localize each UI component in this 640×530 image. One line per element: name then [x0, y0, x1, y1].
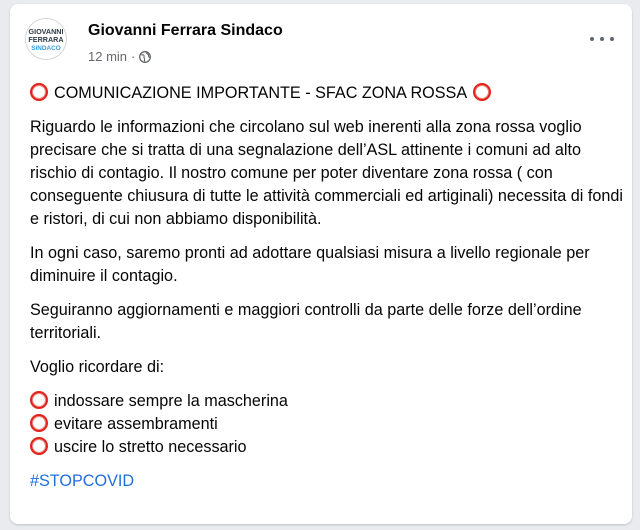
post-paragraph: Seguiranno aggiornamenti e maggiori cont… — [30, 301, 582, 342]
more-options-button[interactable] — [590, 32, 614, 46]
list-item-text: evitare assembramenti — [54, 415, 218, 433]
headline-text: COMUNICAZIONE IMPORTANTE - SFAC ZONA ROS… — [54, 84, 468, 102]
list-item-text: indossare sempre la mascherina — [54, 392, 288, 410]
hashtag-line: #STOPCOVID — [30, 470, 626, 493]
hashtag-link[interactable]: #STOPCOVID — [30, 472, 134, 490]
avatar-line2: FERRARA — [28, 35, 63, 44]
post-paragraph: Voglio ricordare di: — [30, 358, 165, 376]
list-item: evitare assembramenti — [30, 413, 626, 436]
avatar-logo: GIOVANNI FERRARA SINDACO — [26, 19, 66, 59]
red-circle-icon — [30, 83, 48, 101]
post-meta: 12 min · — [88, 49, 152, 64]
list-item: uscire lo stretto necessario — [30, 436, 626, 459]
author-name[interactable]: Giovanni Ferrara Sindaco — [88, 22, 283, 40]
red-circle-icon — [473, 83, 492, 101]
list-item-text: uscire lo stretto necessario — [54, 438, 247, 456]
post-headline: COMUNICAZIONE IMPORTANTE - SFAC ZONA ROS… — [30, 82, 626, 105]
post-timestamp[interactable]: 12 min — [88, 49, 127, 64]
avatar[interactable]: GIOVANNI FERRARA SINDACO — [25, 18, 67, 60]
list-item: indossare sempre la mascherina — [30, 390, 626, 413]
post-body: COMUNICAZIONE IMPORTANTE - SFAC ZONA ROS… — [30, 82, 626, 493]
red-circle-icon — [30, 391, 48, 409]
post-paragraph: Riguardo le informazioni che circolano s… — [30, 118, 623, 228]
post-header: GIOVANNI FERRARA SINDACO Giovanni Ferrar… — [10, 4, 632, 74]
red-circle-icon — [30, 414, 48, 432]
post-card: GIOVANNI FERRARA SINDACO Giovanni Ferrar… — [10, 4, 632, 524]
post-paragraph: In ogni caso, saremo pronti ad adottare … — [30, 244, 590, 285]
more-horizontal-icon — [590, 37, 594, 41]
avatar-line3: SINDACO — [31, 45, 60, 52]
red-circle-icon — [30, 437, 48, 455]
meta-separator: · — [131, 49, 136, 64]
globe-icon[interactable] — [139, 50, 152, 63]
